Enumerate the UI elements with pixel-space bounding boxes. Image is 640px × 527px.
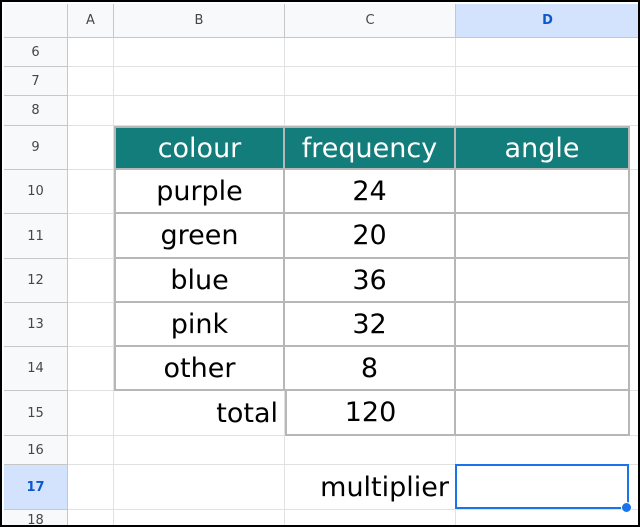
multiplier-label[interactable]: multiplier	[285, 465, 456, 510]
total-angle-cell[interactable]	[456, 391, 630, 436]
total-value-cell[interactable]: 120	[285, 391, 456, 436]
row-header-7[interactable]: 7	[4, 67, 68, 96]
cell-c7[interactable]	[285, 67, 456, 96]
cell-b18[interactable]	[114, 510, 285, 525]
frequency-cell[interactable]: 24	[285, 170, 456, 214]
column-header-a[interactable]: A	[68, 4, 114, 38]
cell-a12[interactable]	[68, 259, 114, 303]
colour-cell[interactable]: purple	[114, 170, 285, 214]
cell-e15-edge	[630, 391, 638, 436]
row-header-15[interactable]: 15	[4, 391, 68, 436]
row-header-16[interactable]: 16	[4, 436, 68, 465]
cell-d8[interactable]	[456, 96, 638, 126]
row-header-14[interactable]: 14	[4, 347, 68, 391]
cell-a13[interactable]	[68, 303, 114, 347]
cell-b16[interactable]	[114, 436, 285, 465]
angle-cell[interactable]	[456, 259, 630, 303]
table-header-colour[interactable]: colour	[114, 126, 285, 170]
row-header-13[interactable]: 13	[4, 303, 68, 347]
angle-cell[interactable]	[456, 170, 630, 214]
frequency-cell[interactable]: 20	[285, 214, 456, 259]
row-header-18[interactable]: 18	[4, 510, 68, 525]
cell-a17[interactable]	[68, 465, 114, 510]
cell-b17[interactable]	[114, 465, 285, 510]
cell-a6[interactable]	[68, 38, 114, 67]
cell-c16[interactable]	[285, 436, 456, 465]
row-header-10[interactable]: 10	[4, 170, 68, 214]
cell-c8[interactable]	[285, 96, 456, 126]
cell-a7[interactable]	[68, 67, 114, 96]
cell-a16[interactable]	[68, 436, 114, 465]
column-header-c[interactable]: C	[285, 4, 456, 38]
colour-cell[interactable]: green	[114, 214, 285, 259]
row-header-12[interactable]: 12	[4, 259, 68, 303]
cell-a11[interactable]	[68, 214, 114, 259]
cell-c6[interactable]	[285, 38, 456, 67]
frequency-cell[interactable]: 32	[285, 303, 456, 347]
frequency-cell[interactable]: 36	[285, 259, 456, 303]
spreadsheet-grid[interactable]: A B C D 6 7 8 9 10 11 12 13 14 15 16 17 …	[4, 4, 638, 525]
angle-cell[interactable]	[456, 214, 630, 259]
cell-a18[interactable]	[68, 510, 114, 525]
cell-e-edge	[630, 170, 638, 391]
cell-b8[interactable]	[114, 96, 285, 126]
cell-d18[interactable]	[456, 510, 638, 525]
cell-a9[interactable]	[68, 126, 114, 170]
cell-e9-edge	[630, 126, 638, 170]
active-cell-selection[interactable]	[455, 464, 629, 509]
cell-d6[interactable]	[456, 38, 638, 67]
select-all-corner[interactable]	[4, 4, 68, 38]
window-frame: A B C D 6 7 8 9 10 11 12 13 14 15 16 17 …	[0, 0, 640, 527]
colour-cell[interactable]: pink	[114, 303, 285, 347]
row-header-11[interactable]: 11	[4, 214, 68, 259]
cell-a14[interactable]	[68, 347, 114, 391]
row-header-8[interactable]: 8	[4, 96, 68, 126]
angle-cell[interactable]	[456, 303, 630, 347]
colour-cell[interactable]: blue	[114, 259, 285, 303]
cell-d16[interactable]	[456, 436, 638, 465]
cell-a8[interactable]	[68, 96, 114, 126]
fill-handle[interactable]	[621, 502, 632, 513]
cell-b6[interactable]	[114, 38, 285, 67]
column-header-d[interactable]: D	[456, 4, 638, 38]
table-header-angle[interactable]: angle	[456, 126, 630, 170]
cell-d7[interactable]	[456, 67, 638, 96]
cell-a15[interactable]	[68, 391, 114, 436]
row-header-6[interactable]: 6	[4, 38, 68, 67]
row-header-9[interactable]: 9	[4, 126, 68, 170]
cell-c18[interactable]	[285, 510, 456, 525]
total-label[interactable]: total	[114, 391, 285, 436]
column-header-b[interactable]: B	[114, 4, 285, 38]
row-header-17[interactable]: 17	[4, 465, 68, 510]
colour-cell[interactable]: other	[114, 347, 285, 391]
frequency-cell[interactable]: 8	[285, 347, 456, 391]
angle-cell[interactable]	[456, 347, 630, 391]
cell-b7[interactable]	[114, 67, 285, 96]
cell-a10[interactable]	[68, 170, 114, 214]
table-header-frequency[interactable]: frequency	[285, 126, 456, 170]
